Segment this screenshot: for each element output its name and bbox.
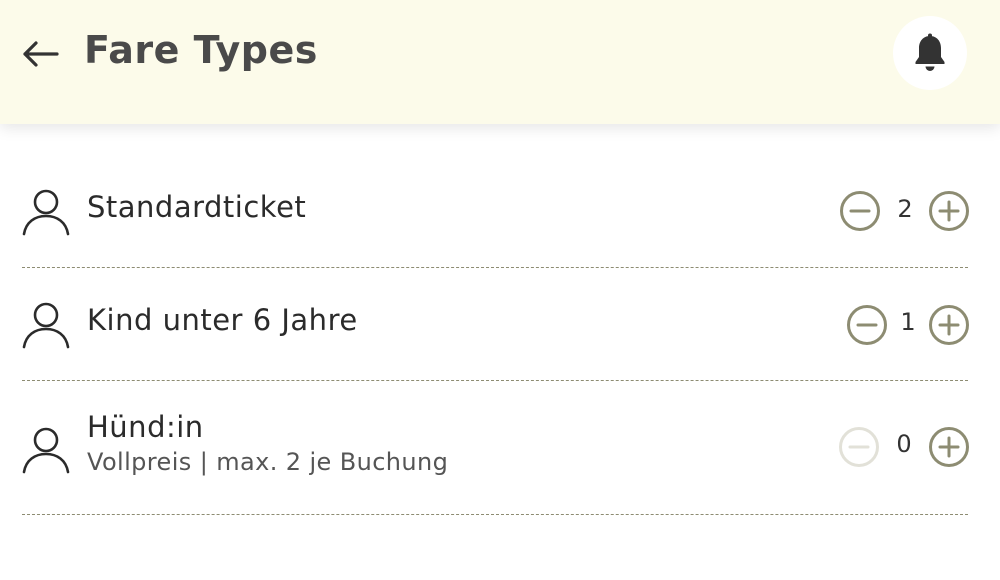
bell-icon: [915, 33, 945, 71]
fare-label: Hünd:in: [87, 410, 204, 444]
fare-row-standardticket: Standardticket 2: [0, 150, 1000, 270]
quantity-value: 1: [900, 308, 916, 336]
decrement-button[interactable]: [846, 304, 888, 346]
decrement-button[interactable]: [839, 190, 881, 232]
person-icon: [22, 427, 70, 474]
increment-button[interactable]: [928, 304, 970, 346]
increment-button[interactable]: [928, 190, 970, 232]
increment-button[interactable]: [928, 426, 970, 468]
fare-subtitle: Vollpreis | max. 2 je Buchung: [87, 448, 449, 476]
fare-row-huendin: Hünd:in Vollpreis | max. 2 je Buchung 0: [0, 380, 1000, 520]
decrement-button-disabled[interactable]: [838, 426, 880, 468]
arrow-left-icon: [23, 41, 59, 67]
quantity-value: 0: [896, 430, 912, 458]
app-header: Fare Types: [0, 0, 1000, 124]
page-title: Fare Types: [84, 28, 318, 72]
person-icon: [22, 302, 70, 349]
fare-label: Kind unter 6 Jahre: [87, 303, 358, 337]
quantity-value: 2: [897, 195, 913, 223]
fare-row-kind-unter-6-jahre: Kind unter 6 Jahre 1: [0, 265, 1000, 385]
row-divider: [22, 514, 968, 515]
fare-label: Standardticket: [87, 190, 307, 224]
notifications-button[interactable]: [893, 16, 967, 90]
back-button[interactable]: [18, 34, 62, 74]
person-icon: [22, 189, 70, 236]
